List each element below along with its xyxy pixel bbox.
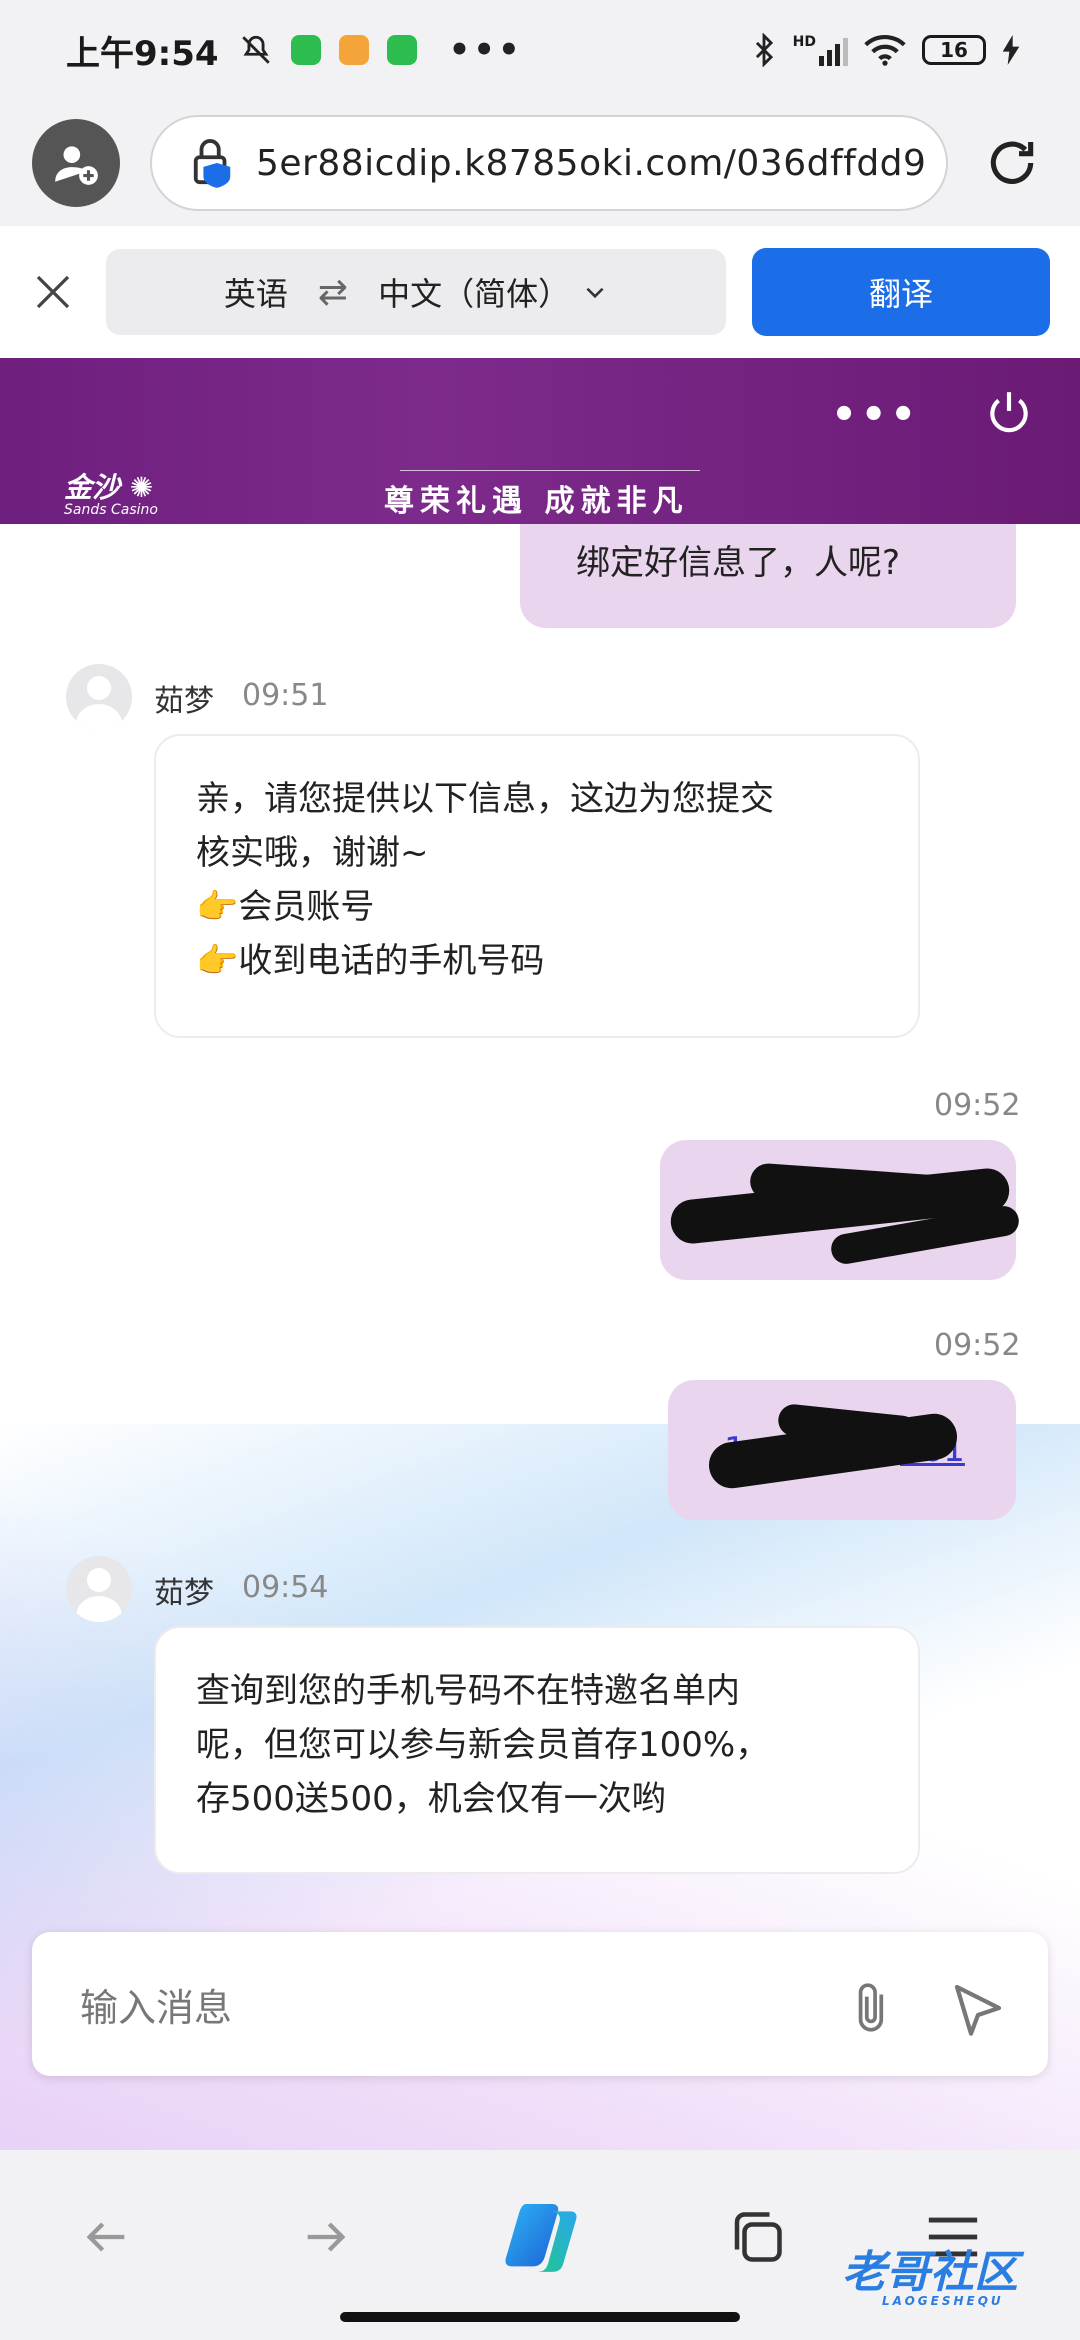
status-bar: 上午9:54 ••• HD 16 (0, 0, 1080, 100)
attach-button[interactable] (848, 1980, 898, 2036)
logo-subtext: Sands Casino (64, 502, 158, 518)
message-line: 查询到您的手机号码不在特邀名单内 (196, 1671, 740, 1711)
logout-button[interactable] (984, 388, 1034, 438)
copilot-button[interactable] (496, 2192, 586, 2282)
more-options-icon[interactable]: ••• (831, 392, 920, 438)
message-line: 亲，请您提供以下信息，这边为您提交 (196, 779, 774, 819)
reload-button[interactable] (982, 133, 1042, 193)
forward-button[interactable] (290, 2202, 360, 2272)
message-line: 👉收到电话的手机号码 (196, 941, 545, 981)
outgoing-message: 绑定好信息了，人呢? (520, 524, 1016, 628)
signal-icon: HD (793, 34, 848, 66)
bluetooth-icon (755, 33, 773, 67)
message-line: 👉会员账号 (196, 887, 375, 927)
profile-add-button[interactable] (32, 119, 120, 207)
reload-icon (990, 141, 1034, 185)
battery-icon: 16 (922, 35, 986, 65)
charging-icon (1002, 35, 1020, 65)
copilot-icon (505, 2204, 577, 2272)
logo-flower-icon: ✺ (129, 471, 154, 504)
arrow-right-icon (307, 2222, 346, 2252)
power-icon (990, 392, 1028, 433)
agent-avatar (66, 664, 132, 730)
message-time: 09:52 (934, 1328, 1021, 1363)
message-time: 09:51 (242, 678, 329, 713)
message-input[interactable]: 输入消息 (32, 1932, 1048, 2076)
message-time: 09:54 (242, 1570, 329, 1605)
site-header-banner: ••• 金沙 ✺ Sands Casino 尊荣礼遇 成就非凡 (0, 358, 1080, 524)
banner-slogan: 尊荣礼遇 成就非凡 (384, 484, 689, 519)
home-indicator[interactable] (340, 2312, 740, 2322)
add-user-icon (55, 146, 98, 185)
watermark: 老哥社区 LAOGESHEQU (842, 2236, 1018, 2308)
browser-address-row: 5er88icdip.k8785oki.com/036dffdd9 (0, 100, 1080, 226)
target-language[interactable]: 中文（简体） (378, 269, 570, 315)
close-icon (36, 275, 70, 309)
tabs-button[interactable] (722, 2202, 792, 2272)
more-notifications-icon: ••• (448, 30, 523, 70)
logo-text: 金沙 (64, 471, 121, 504)
incoming-message: 查询到您的手机号码不在特邀名单内 呢，但您可以参与新会员首存100%， 存500… (154, 1626, 920, 1874)
banner-divider (400, 470, 700, 471)
message-line: 存500送500，机会仅有一次哟 (196, 1779, 666, 1819)
chevron-down-icon (586, 287, 604, 299)
chat-area[interactable]: 绑定好信息了，人呢? 茹梦 09:51 亲，请您提供以下信息，这边为您提交 核实… (0, 524, 1080, 2150)
sender-name: 茹梦 (154, 1576, 214, 1611)
app-orange-icon (338, 35, 369, 65)
language-selector[interactable]: 英语 ⇄ 中文（简体） (106, 249, 726, 335)
translate-button[interactable]: 翻译 (752, 248, 1050, 336)
battery-level: 16 (940, 38, 968, 62)
watermark-text: 老哥社区 (842, 2247, 1018, 2298)
bell-off-icon (241, 35, 270, 64)
status-right-icons: HD 16 (751, 33, 1020, 67)
translate-bar: 英语 ⇄ 中文（简体） 翻译 (0, 226, 1080, 358)
message-input-placeholder[interactable]: 输入消息 (80, 1977, 232, 2032)
secure-lock-icon (193, 139, 231, 188)
url-text: 5er88icdip.k8785oki.com/036dffdd9 (256, 142, 927, 184)
site-logo: 金沙 ✺ Sands Casino (64, 466, 158, 518)
tabs-icon (734, 2212, 782, 2262)
message-line: 呢，但您可以参与新会员首存100%， (196, 1725, 770, 1765)
arrow-left-icon (86, 2222, 125, 2252)
swap-languages-icon[interactable]: ⇄ (318, 272, 348, 313)
message-line: 核实哦，谢谢~ (196, 833, 429, 873)
back-button[interactable] (72, 2202, 142, 2272)
url-bar[interactable]: 5er88icdip.k8785oki.com/036dffdd9 (150, 115, 948, 211)
network-type: HD (792, 34, 816, 50)
wechat-icon (386, 35, 417, 65)
outgoing-message-redacted-link[interactable]: 1 561 (668, 1380, 1016, 1520)
send-icon (954, 1984, 1002, 2036)
status-time: 上午9:54 (66, 33, 219, 74)
message-text: 绑定好信息了，人呢? (576, 543, 901, 583)
send-button[interactable] (950, 1980, 1006, 2036)
sender-name: 茹梦 (154, 684, 214, 719)
wechat-icon (290, 35, 321, 65)
close-translate-button[interactable] (22, 261, 84, 323)
source-language[interactable]: 英语 (224, 269, 288, 315)
message-time: 09:52 (934, 1088, 1021, 1123)
paperclip-icon (858, 1983, 884, 2032)
wifi-icon (864, 34, 906, 66)
outgoing-message-redacted (660, 1140, 1022, 1280)
agent-avatar (66, 1556, 132, 1622)
status-notification-icons: ••• (239, 30, 523, 70)
incoming-message: 亲，请您提供以下信息，这边为您提交 核实哦，谢谢~ 👉会员账号 👉收到电话的手机… (154, 734, 920, 1038)
